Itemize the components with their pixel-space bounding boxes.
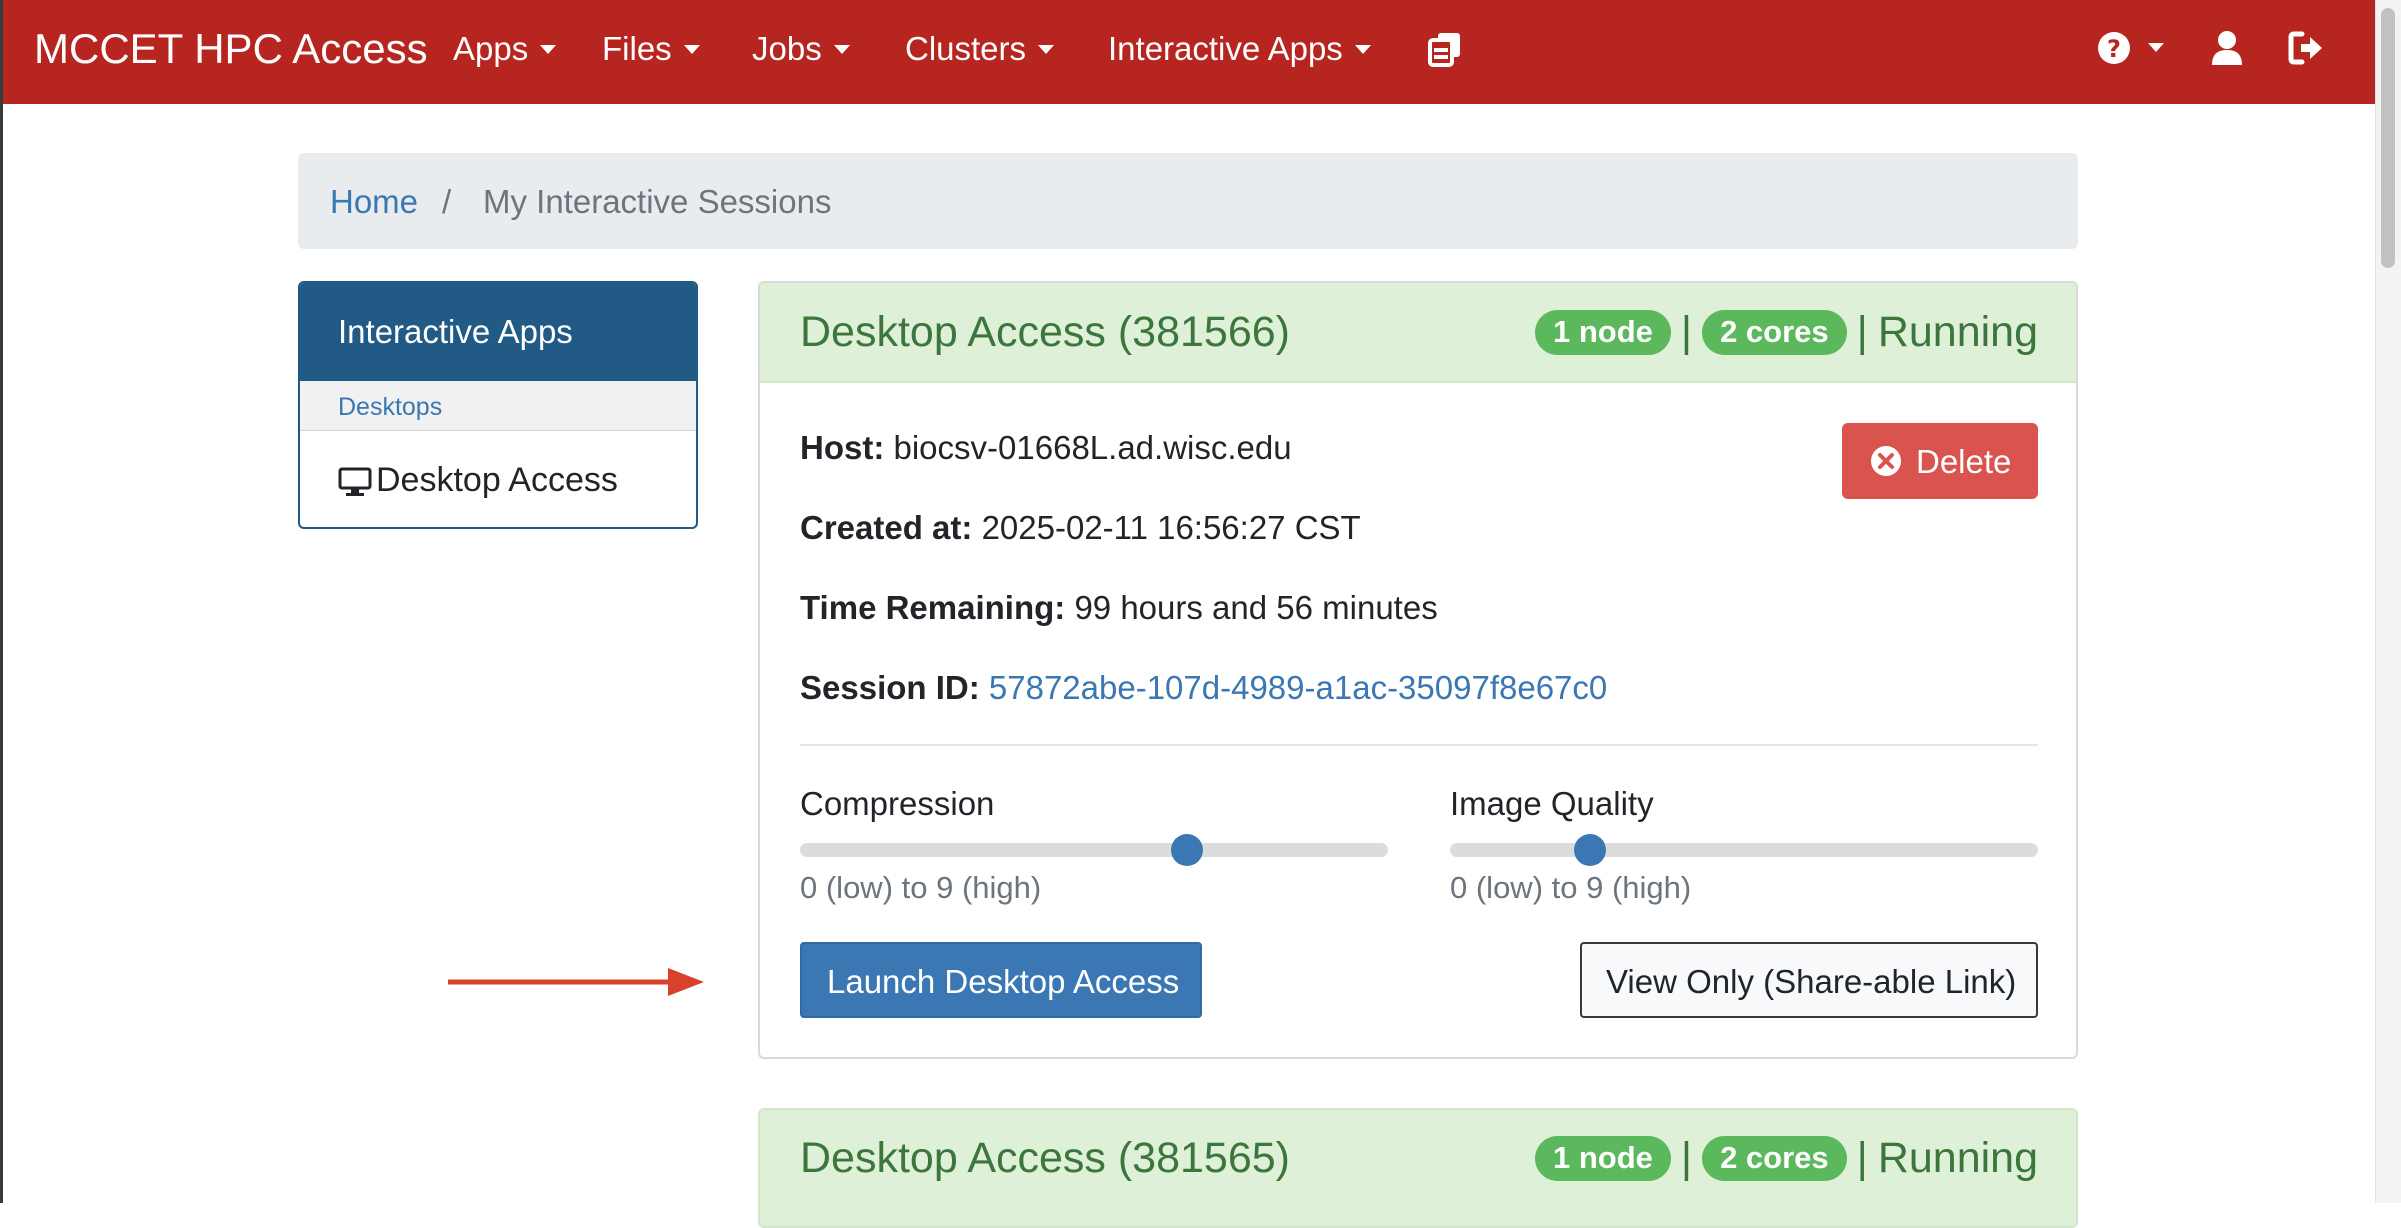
interactive-apps-sidebar: Interactive Apps Desktops Desktop Access xyxy=(298,281,698,529)
time-remaining-row: Time Remaining: 99 hours and 56 minutes xyxy=(800,589,1438,627)
host-label: Host: xyxy=(800,429,885,466)
user-icon[interactable] xyxy=(2211,30,2243,71)
breadcrumb-current: My Interactive Sessions xyxy=(483,183,832,220)
launch-desktop-button[interactable]: Launch Desktop Access xyxy=(800,942,1202,1018)
session-id-label: Session ID: xyxy=(800,669,980,706)
session-title: Desktop Access (381566) xyxy=(800,308,1290,356)
nav-menu-files-label: Files xyxy=(602,30,672,67)
view-only-share-button[interactable]: View Only (Share-able Link) xyxy=(1580,942,2038,1018)
nav-menu-clusters-label: Clusters xyxy=(905,30,1027,67)
session-id-row: Session ID: 57872abe-107d-4989-a1ac-3509… xyxy=(800,669,1607,707)
session-status: Running xyxy=(1877,308,2038,356)
session-status: Running xyxy=(1877,1134,2038,1182)
chevron-down-icon xyxy=(540,45,557,54)
created-row: Created at: 2025-02-11 16:56:27 CST xyxy=(800,509,1361,547)
nav-menu-jobs-label: Jobs xyxy=(752,30,822,67)
host-row: Host: biocsv-01668L.ad.wisc.edu xyxy=(800,429,1292,467)
nav-menu-apps[interactable]: Apps xyxy=(453,30,557,68)
session-title: Desktop Access (381565) xyxy=(800,1134,1290,1182)
image-quality-slider[interactable] xyxy=(1450,843,2038,857)
divider xyxy=(800,744,2038,746)
node-count-badge: 1 node xyxy=(1534,310,1671,355)
svg-text:?: ? xyxy=(2107,35,2121,63)
nav-menu-clusters[interactable]: Clusters xyxy=(905,30,1055,68)
top-navbar: MCCET HPC Access Apps Files Jobs Cluster… xyxy=(3,0,2375,104)
core-count-badge: 2 cores xyxy=(1702,1136,1847,1181)
core-count-badge: 2 cores xyxy=(1702,310,1847,355)
status-separator: | xyxy=(1856,1134,1868,1182)
session-status-group: 1 node | 2 cores | Running xyxy=(1534,1134,2038,1183)
created-label: Created at: xyxy=(800,509,973,546)
view-only-share-button-label: View Only (Share-able Link) xyxy=(1606,963,2017,1000)
help-icon: ? xyxy=(2098,32,2130,64)
node-count-badge: 1 node xyxy=(1534,1136,1671,1181)
breadcrumb: Home / My Interactive Sessions xyxy=(298,153,2078,249)
compression-label: Compression xyxy=(800,785,995,822)
close-circle-icon xyxy=(1871,446,1901,476)
annotation-arrow-icon xyxy=(448,968,704,996)
session-status-group: 1 node | 2 cores | Running xyxy=(1534,308,2038,357)
image-quality-label: Image Quality xyxy=(1450,785,1654,822)
nav-menu-apps-label: Apps xyxy=(453,30,529,67)
session-card-header: Desktop Access (381566) 1 node | 2 cores | R… xyxy=(760,283,2076,383)
session-card: Desktop Access (381566) 1 node | 2 cores | R… xyxy=(758,281,2078,1059)
sidebar-title: Interactive Apps xyxy=(338,313,573,350)
session-id-link[interactable]: 57872abe-107d-4989-a1ac-35097f8e67c0 xyxy=(989,669,1607,706)
sidebar-header: Interactive Apps xyxy=(300,283,696,381)
time-remaining-value: 99 hours and 56 minutes xyxy=(1074,589,1438,626)
session-card: Desktop Access (381565) 1 node | 2 cores | R… xyxy=(758,1108,2078,1228)
chevron-down-icon xyxy=(1354,45,1371,54)
compression-slider-thumb[interactable] xyxy=(1170,834,1203,866)
sidebar-category: Desktops xyxy=(300,381,696,431)
status-separator: | xyxy=(1856,308,1868,356)
desktop-icon xyxy=(338,467,372,496)
page-scrollbar-thumb[interactable] xyxy=(2381,8,2395,268)
compression-help: 0 (low) to 9 (high) xyxy=(800,870,1042,905)
logout-icon[interactable] xyxy=(2288,30,2324,71)
image-quality-help: 0 (low) to 9 (high) xyxy=(1450,870,1692,905)
chevron-down-icon xyxy=(833,45,850,54)
nav-menu-interactive-apps[interactable]: Interactive Apps xyxy=(1108,30,1371,68)
nav-menu-jobs[interactable]: Jobs xyxy=(752,30,850,68)
chevron-down-icon xyxy=(1038,45,1055,54)
nav-menu-interactive-apps-label: Interactive Apps xyxy=(1108,30,1343,67)
chevron-down-icon xyxy=(2148,43,2165,52)
status-separator: | xyxy=(1680,1134,1693,1182)
sidebar-item-desktop-access[interactable]: Desktop Access xyxy=(338,461,618,500)
launch-desktop-button-label: Launch Desktop Access xyxy=(827,963,1180,1000)
sidebar-item-label: Desktop Access xyxy=(376,461,618,499)
status-separator: | xyxy=(1680,308,1693,356)
chevron-down-icon xyxy=(683,45,700,54)
compression-slider[interactable] xyxy=(800,843,1388,857)
navbar-brand[interactable]: MCCET HPC Access xyxy=(34,25,428,73)
time-remaining-label: Time Remaining: xyxy=(800,589,1066,626)
breadcrumb-home-link[interactable]: Home xyxy=(330,183,418,221)
window-edge xyxy=(0,0,3,1203)
breadcrumb-separator: / xyxy=(442,183,452,220)
image-quality-slider-thumb[interactable] xyxy=(1573,834,1606,866)
help-menu[interactable]: ? xyxy=(2096,30,2165,71)
host-value: biocsv-01668L.ad.wisc.edu xyxy=(893,429,1292,466)
sessions-icon[interactable] xyxy=(1427,30,1463,73)
sidebar-category-label: Desktops xyxy=(338,393,443,421)
delete-button[interactable]: Delete xyxy=(1842,423,2038,499)
delete-button-label: Delete xyxy=(1916,443,2012,480)
nav-menu-files[interactable]: Files xyxy=(602,30,700,68)
created-value: 2025-02-11 16:56:27 CST xyxy=(981,509,1361,546)
